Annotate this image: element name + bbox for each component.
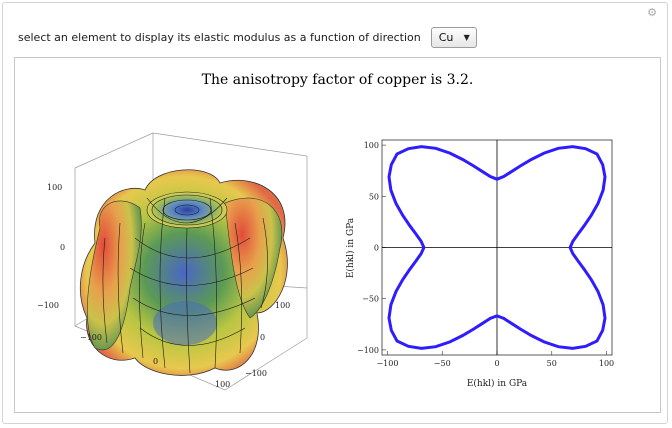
surface-left-tick: 0 [60,243,65,252]
y-tick-label: 50 [369,192,379,201]
surface-right-tick: 0 [260,333,265,342]
demonstration-frame: ⚙ select an element to display its elast… [2,2,668,424]
chevron-down-icon: ▼ [463,32,470,42]
surface-bottom-tick: 0 [153,357,158,366]
element-selector-label: select an element to display its elastic… [18,30,421,44]
x-axis-label: E(hkl) in GPa [467,378,528,389]
surface-bottom-tick: −100 [80,333,102,342]
surface-plot-3d[interactable]: 100 0 −100 −100 0 100 100 0 −100 [35,128,315,398]
y-axis-label: E(hkl) in GPa [345,217,356,278]
surface-bottom-tick: 100 [215,380,230,389]
x-tick-label: 100 [599,359,614,368]
element-dropdown-value: Cu [438,30,454,44]
output-panel: The anisotropy factor of copper is 3.2. [14,57,661,413]
y-tick-label: −50 [362,295,379,304]
control-row: select an element to display its elastic… [18,25,477,49]
x-tick-label: 0 [494,359,499,368]
element-dropdown[interactable]: Cu ▼ [430,26,477,48]
x-tick-label: −100 [376,359,398,368]
cross-section-plot[interactable]: −100 −50 0 50 100 100 50 0 −50 −100 E(hkl) in GPa… [337,130,622,402]
y-tick-label: 100 [364,141,379,150]
surface-right-tick: −100 [245,369,267,378]
surface-left-tick: 100 [47,183,62,192]
x-tick-label: −50 [434,359,451,368]
anisotropy-title: The anisotropy factor of copper is 3.2. [201,72,474,88]
gear-icon[interactable]: ⚙ [647,7,657,18]
surface-left-tick: −100 [37,301,59,310]
y-tick-label: −100 [357,346,379,355]
y-tick-label: 0 [374,244,379,253]
surface-right-tick: 100 [275,301,290,310]
x-tick-label: 50 [547,359,557,368]
